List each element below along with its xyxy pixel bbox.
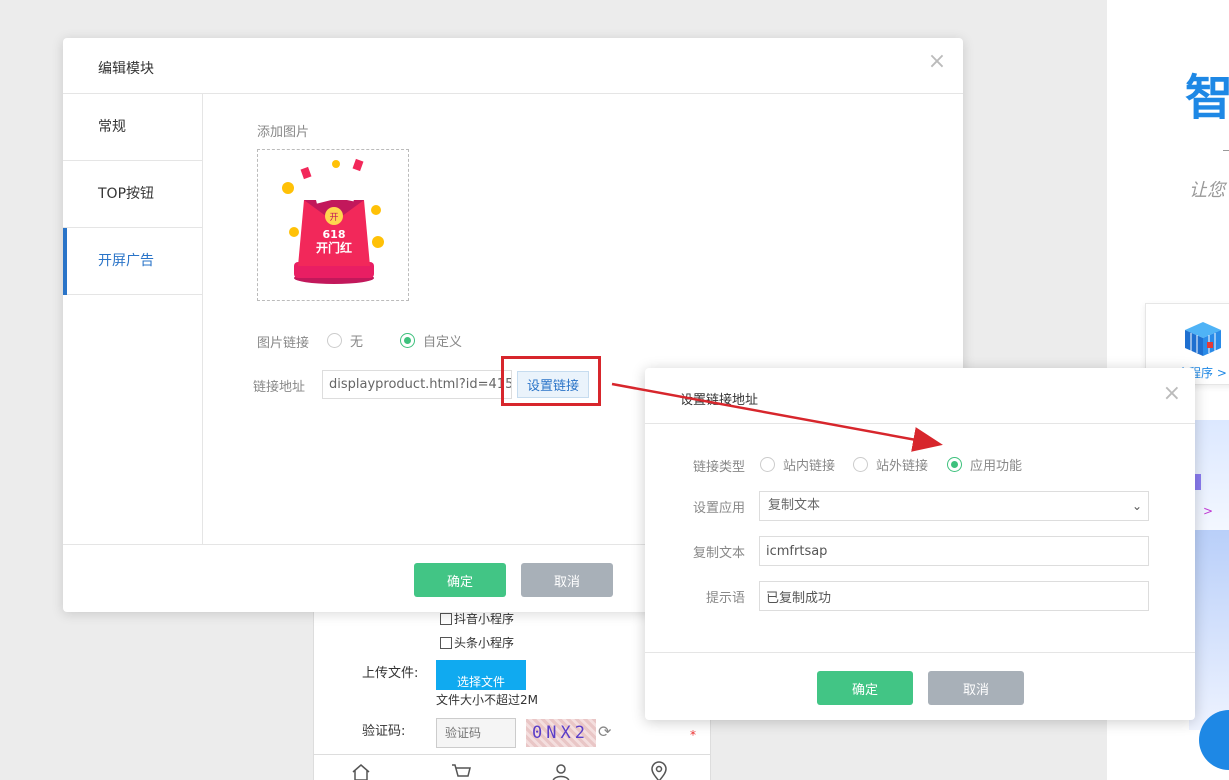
refresh-icon[interactable]: ⟳ xyxy=(598,722,611,741)
dialog-sidebar: 常规 TOP按钮 开屏广告 xyxy=(63,94,203,544)
captcha-image[interactable]: 0NX2 xyxy=(526,719,596,747)
user-icon[interactable] xyxy=(550,761,572,780)
cancel-button[interactable]: 取消 xyxy=(928,671,1024,705)
sidebar-item-top-button[interactable]: TOP按钮 xyxy=(63,161,202,228)
radio-custom-label: 自定义 xyxy=(423,335,463,350)
link-type-label: 链接类型 xyxy=(692,460,745,475)
toutiao-checkbox[interactable]: 头条小程序 xyxy=(440,634,514,651)
background-band-lower xyxy=(1189,530,1229,730)
set-app-select[interactable]: 复制文本 ⌄ xyxy=(759,491,1149,521)
radio-external-label: 站外链接 xyxy=(876,459,929,474)
copy-text-input[interactable] xyxy=(759,536,1149,566)
link-address-label: 链接地址 xyxy=(253,380,306,395)
promo-badge: 开 xyxy=(329,212,338,223)
prompt-label: 提示语 xyxy=(705,591,745,606)
upload-label: 上传文件: xyxy=(362,666,419,681)
captcha-input[interactable] xyxy=(436,718,516,748)
required-mark: * xyxy=(690,728,696,742)
close-icon[interactable]: × xyxy=(1163,383,1181,405)
home-icon[interactable] xyxy=(350,761,372,780)
radio-circle-icon xyxy=(760,457,775,472)
cube-icon xyxy=(1185,322,1221,356)
image-link-label: 图片链接 xyxy=(257,336,310,351)
prompt-input[interactable] xyxy=(759,581,1149,611)
captcha-label: 验证码: xyxy=(362,724,406,739)
set-link-dialog: 设置链接地址 × 链接类型 站内链接 站外链接 应用功能 设置应用 复制文本 ⌄… xyxy=(645,368,1195,720)
checkbox-icon xyxy=(440,612,452,625)
dialog-header: 编辑模块 × xyxy=(63,38,963,94)
promo-text-opening: 开门红 xyxy=(316,240,352,255)
link-dialog-header: 设置链接地址 × xyxy=(645,368,1195,424)
confirm-button[interactable]: 确定 xyxy=(817,671,913,705)
radio-internal-label: 站内链接 xyxy=(783,459,836,474)
background-dash xyxy=(1223,150,1229,151)
close-icon[interactable]: × xyxy=(927,51,947,73)
red-envelope-promo-image: 开 618 开门红 xyxy=(282,158,384,284)
upload-note: 文件大小不超过2M xyxy=(436,693,538,707)
bottom-nav xyxy=(314,754,710,780)
sidebar-item-general[interactable]: 常规 xyxy=(63,94,202,161)
chevron-down-icon: ⌄ xyxy=(1131,499,1142,513)
radio-app-function[interactable]: 应用功能 xyxy=(947,455,1022,474)
background-slogan: 让您 xyxy=(1189,180,1225,201)
radio-circle-icon xyxy=(327,333,342,348)
douyin-label: 抖音小程序 xyxy=(454,612,515,626)
radio-custom[interactable]: 自定义 xyxy=(400,331,462,350)
radio-selected-icon xyxy=(947,457,962,472)
copy-text-label: 复制文本 xyxy=(692,546,745,561)
set-app-label: 设置应用 xyxy=(692,501,745,516)
set-app-value: 复制文本 xyxy=(768,498,821,513)
toutiao-label: 头条小程序 xyxy=(454,636,515,650)
confirm-button[interactable]: 确定 xyxy=(414,563,506,597)
background-chevron[interactable]: > xyxy=(1203,504,1213,518)
douyin-checkbox[interactable]: 抖音小程序 xyxy=(440,610,514,627)
radio-none[interactable]: 无 xyxy=(327,331,363,350)
radio-internal-link[interactable]: 站内链接 xyxy=(760,455,835,474)
highlight-box xyxy=(501,356,601,406)
promo-text-618: 618 xyxy=(323,228,346,241)
add-image-label: 添加图片 xyxy=(257,125,310,140)
link-address-input[interactable] xyxy=(322,370,512,399)
radio-app-label: 应用功能 xyxy=(970,459,1023,474)
link-dialog-title: 设置链接地址 xyxy=(680,393,759,408)
choose-file-button[interactable]: 选择文件 xyxy=(436,660,526,690)
link-dialog-footer: 确定 取消 xyxy=(645,652,1195,720)
background-title: 智 xyxy=(1185,70,1229,126)
cancel-button[interactable]: 取消 xyxy=(521,563,613,597)
radio-external-link[interactable]: 站外链接 xyxy=(853,455,928,474)
radio-none-label: 无 xyxy=(350,335,364,350)
cart-icon[interactable] xyxy=(450,761,472,780)
sidebar-item-splash-ad[interactable]: 开屏广告 xyxy=(63,228,202,295)
dialog-title: 编辑模块 xyxy=(98,61,154,77)
image-upload-box[interactable]: 开 618 开门红 xyxy=(257,149,409,301)
radio-selected-icon xyxy=(400,333,415,348)
radio-circle-icon xyxy=(853,457,868,472)
checkbox-icon xyxy=(440,636,452,649)
location-icon[interactable] xyxy=(648,761,670,780)
